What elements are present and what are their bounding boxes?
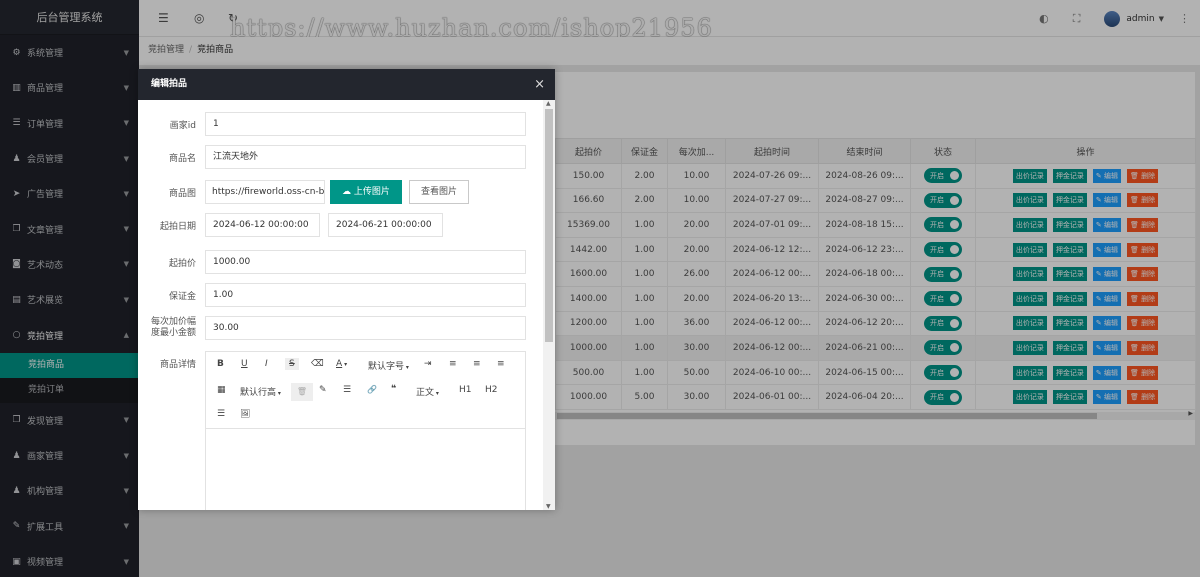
upload-image-button[interactable]: ☁ 上传图片 <box>330 180 402 204</box>
increment-input[interactable]: 30.00 <box>205 316 526 340</box>
align-right-icon[interactable]: ≡ <box>497 359 505 369</box>
scrollbar-thumb[interactable] <box>545 109 553 342</box>
underline-button[interactable]: U <box>241 359 248 369</box>
name-input[interactable]: 江流天地外 <box>205 145 526 169</box>
indent-icon[interactable]: ⇥ <box>424 359 432 369</box>
increment-label-line1: 每次加价幅 <box>150 317 196 327</box>
modal-title: 编辑拍品 <box>151 79 188 89</box>
strikethrough-button[interactable]: S <box>285 358 299 370</box>
h2-button[interactable]: H2 <box>485 385 498 395</box>
chevron-down-icon: ▾ <box>404 364 409 371</box>
modal-body: 画家id 1 商品名 江流天地外 商品图 https://fireworld.o… <box>138 100 543 510</box>
start-price-label: 起拍价 <box>168 259 196 269</box>
cloud-upload-icon: ☁ <box>342 187 352 197</box>
chevron-down-icon: ▾ <box>342 361 348 368</box>
paragraph-select[interactable]: 正文 ▾ <box>416 385 439 398</box>
painter-id-input[interactable]: 1 <box>205 112 526 136</box>
editor-toolbar: B U I S ⌫ A ▾ 默认字号 ▾ ⇥ ≡ ≡ ≡ ▦ 默认行高 ▾ 🗑 … <box>206 352 525 429</box>
italic-button[interactable]: I <box>265 359 268 369</box>
edit-auction-modal: 编辑拍品 × 画家id 1 商品名 江流天地外 商品图 https://fire… <box>138 69 555 510</box>
end-date-input[interactable]: 2024-06-21 00:00:00 <box>328 213 443 237</box>
scroll-up-icon[interactable]: ▲ <box>546 100 551 107</box>
font-size-label: 默认字号 <box>368 362 405 372</box>
align-left-icon[interactable]: ≡ <box>449 359 457 369</box>
image-icon[interactable]: 🖼 <box>240 409 250 418</box>
list-icon[interactable]: ☰ <box>217 409 225 419</box>
line-height-label: 默认行高 <box>240 388 277 398</box>
delete-icon[interactable]: 🗑 <box>291 383 313 401</box>
date-label: 起拍日期 <box>159 222 196 232</box>
divider-icon[interactable]: ☰ <box>343 385 351 395</box>
close-icon[interactable]: × <box>534 69 545 100</box>
quote-icon[interactable]: ❝ <box>391 384 396 394</box>
image-label: 商品图 <box>168 189 196 199</box>
modal-header: 编辑拍品 × <box>138 69 555 100</box>
start-date-input[interactable]: 2024-06-12 00:00:00 <box>205 213 320 237</box>
view-image-button[interactable]: 查看图片 <box>409 180 469 204</box>
align-center-icon[interactable]: ≡ <box>473 359 481 369</box>
scroll-down-icon[interactable]: ▼ <box>546 503 551 510</box>
eraser-icon[interactable]: ⌫ <box>311 359 324 369</box>
painter-id-label: 画家id <box>169 121 196 131</box>
modal-scrollbar[interactable]: ▲ ▼ <box>543 100 555 510</box>
detail-label: 商品详情 <box>159 360 196 370</box>
table-icon[interactable]: ▦ <box>217 385 226 395</box>
bold-button[interactable]: B <box>217 359 224 369</box>
editor-content[interactable] <box>206 429 525 510</box>
image-url-input[interactable]: https://fireworld.oss-cn-beijin <box>205 180 325 204</box>
h1-button[interactable]: H1 <box>459 385 472 395</box>
paragraph-label: 正文 <box>416 388 435 398</box>
brush-icon[interactable]: ✎ <box>319 385 327 395</box>
deposit-label: 保证金 <box>168 292 196 302</box>
name-label: 商品名 <box>168 154 196 164</box>
link-icon[interactable]: 🔗 <box>367 385 377 394</box>
rich-text-editor: B U I S ⌫ A ▾ 默认字号 ▾ ⇥ ≡ ≡ ≡ ▦ 默认行高 ▾ 🗑 … <box>205 351 526 510</box>
chevron-down-icon: ▾ <box>434 390 439 397</box>
start-price-input[interactable]: 1000.00 <box>205 250 526 274</box>
line-height-select[interactable]: 默认行高 ▾ <box>240 385 281 398</box>
increment-label: 每次加价幅 度最小金额 <box>138 317 196 339</box>
font-size-select[interactable]: 默认字号 ▾ <box>368 359 409 372</box>
upload-image-label: 上传图片 <box>353 187 390 197</box>
increment-label-line2: 度最小金额 <box>150 328 196 338</box>
chevron-down-icon: ▾ <box>276 390 281 397</box>
font-color-button[interactable]: A ▾ <box>336 359 347 369</box>
deposit-input[interactable]: 1.00 <box>205 283 526 307</box>
